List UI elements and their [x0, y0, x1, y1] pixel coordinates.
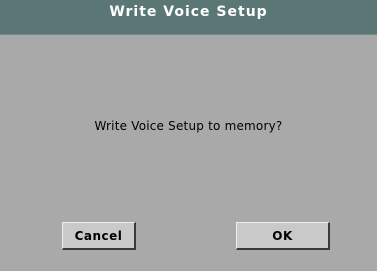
cancel-button[interactable]: Cancel [62, 222, 136, 250]
dialog-message: Write Voice Setup to memory? [94, 119, 283, 133]
ok-button-label: OK [272, 228, 293, 243]
cancel-button-label: Cancel [74, 228, 123, 243]
write-voice-setup-dialog: Write Voice Setup Write Voice Setup to m… [0, 0, 377, 271]
dialog-title-bar: Write Voice Setup [0, 0, 377, 35]
ok-button[interactable]: OK [236, 222, 330, 250]
dialog-title: Write Voice Setup [109, 4, 268, 20]
